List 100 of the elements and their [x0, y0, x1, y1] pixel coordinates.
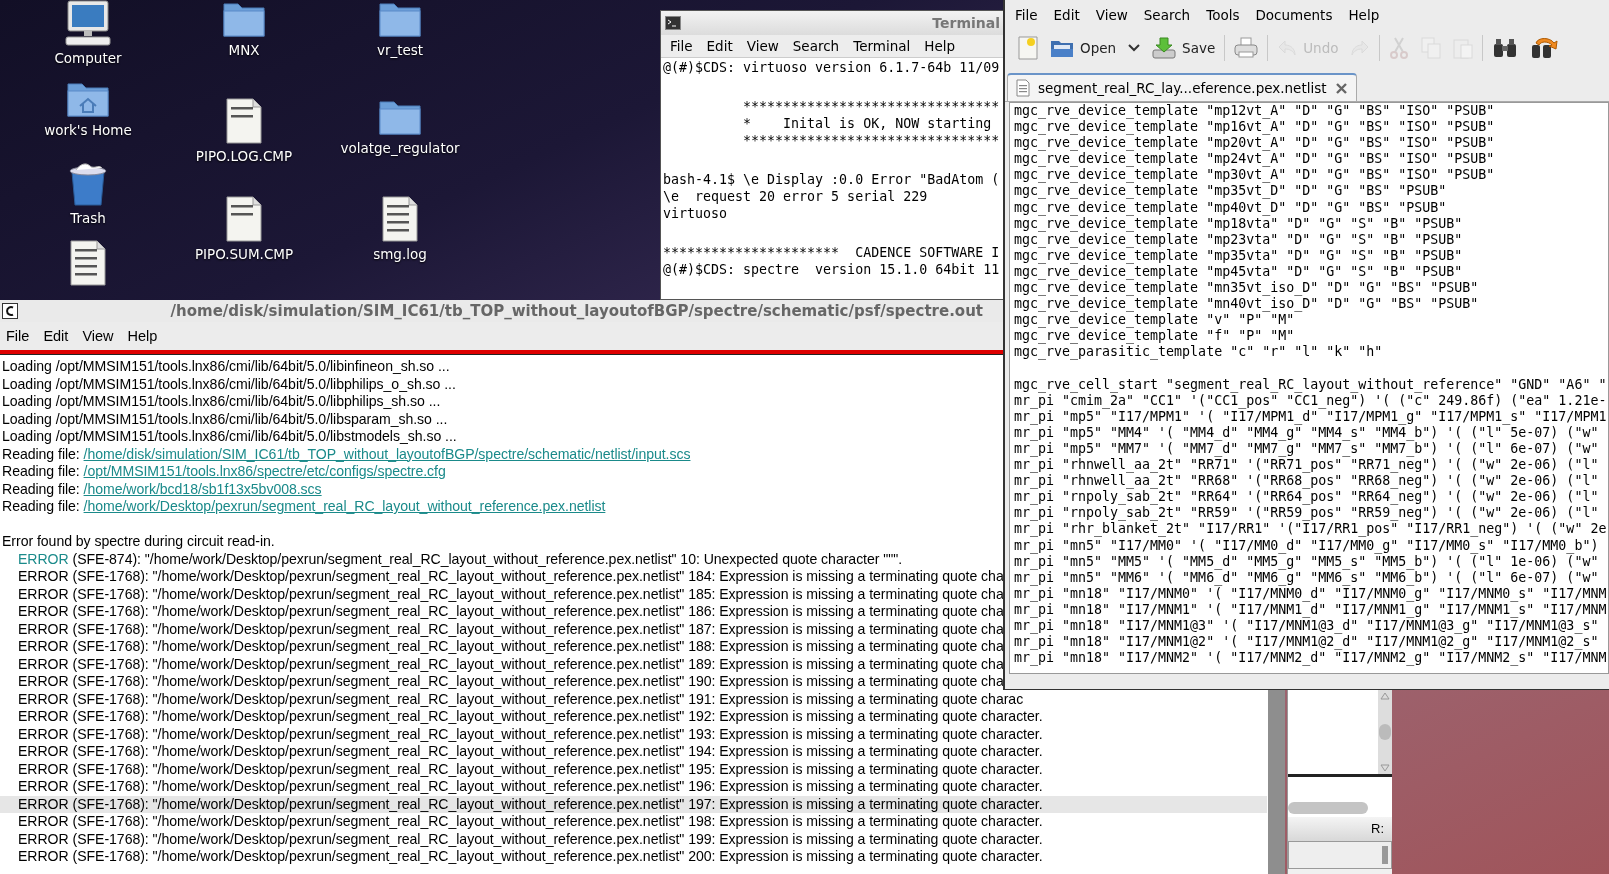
error-line: ERROR (SFE-1768): "/home/work/Desktop/pexrun/segment_real_RC_layout_without_reference.pex.netlist" 195: Expression is missing a terminating quote character.	[17, 760, 1043, 778]
folder-icon[interactable]	[378, 98, 422, 136]
folder-icon[interactable]	[222, 0, 266, 38]
folder-icon[interactable]	[378, 0, 422, 38]
scrollbar[interactable]	[1288, 802, 1368, 814]
tab-label: segment_real_RC_lay...eference.pex.netlist	[1038, 80, 1327, 96]
desktop-icon-label[interactable]: work's Home	[44, 122, 132, 138]
menu-item[interactable]: Tools	[1206, 7, 1240, 23]
menu-item[interactable]: Search	[1143, 7, 1191, 23]
log-line: Loading /opt/MMSIM151/tools.lnx86/cmi/lib/64bit/5.0/libphilips_sh.so ...	[1, 393, 441, 411]
error-line: ERROR (SFE-1768): "/home/work/Desktop/pexrun/segment_real_RC_layout_without_reference.pex.netlist" 191: Expression is missing a terminating quote charac	[17, 690, 1024, 708]
menu-item[interactable]: Edit	[706, 38, 733, 54]
file-link[interactable]: /home/disk/simulation/SIM_IC61/tb_TOP_without_layoutofBGP/spectre/schematic/netlist/input.scs	[83, 445, 691, 462]
code-line: mr_pi "mn18" "I17/MNM1" '( "I17/MNM1_d" "I17/MNM1_g" "I17/MNM1_s" "I17/MNM	[1014, 601, 1607, 618]
document-icon	[1016, 79, 1030, 97]
file-link[interactable]: /opt/MMSIM151/tools.lnx86/spectre/etc/configs/spectre.cfg	[83, 463, 446, 479]
download-icon	[1152, 37, 1177, 59]
code-line: mgc_rve_device_template "mp12vt_A" "D" "G" "BS" "ISO" "PSUB"	[1014, 103, 1495, 120]
code-line: mgc_rve_device_template "mp23vta" "D" "G" "S" "B" "PSUB"	[1014, 231, 1463, 248]
menu-item[interactable]: Terminal	[853, 38, 911, 54]
save-button[interactable]: Save	[1149, 35, 1219, 61]
text-file-icon[interactable]	[382, 196, 418, 242]
menu-item[interactable]: Edit	[43, 328, 69, 344]
code-line: mr_pi "rhnwell_aa_2t" "RR68" '("RR68_pos" "RR68_neg") '( ("w" 2e-06) ("l"	[1014, 473, 1599, 490]
binoculars-icon	[1492, 38, 1519, 58]
menu-item[interactable]: Help	[924, 38, 956, 54]
folder-icon	[1050, 38, 1074, 58]
code-line: mgc_rve_device_template "mp40vt_D" "D" "G" "BS" "PSUB"	[1014, 199, 1447, 216]
text-editor[interactable]	[1009, 102, 1609, 674]
error-link[interactable]: ERROR	[18, 550, 69, 567]
error-line: ERROR (SFE-1768): "/home/work/Desktop/pexrun/segment_real_RC_layout_without_reference.pex.netlist" 185: Expression is missing a terminating quote cha	[17, 585, 1004, 603]
menu-item[interactable]: View	[746, 38, 779, 54]
code-line: mr_pi "mn18" "I17/MNM1@2" '( "I17/MNM1@2_d" "I17/MNM1@2_g" "I17/MNM1@2_s"	[1014, 634, 1599, 651]
code-line: mr_pi "mp5" "MM7" '( "MM7_d" "MM7_g" "MM7_s" "MM7_b") '( ("l" 6e-07) ("w"	[1014, 440, 1599, 458]
menu-item[interactable]: File	[6, 328, 30, 344]
close-icon[interactable]	[1334, 81, 1348, 95]
printer-icon	[1234, 37, 1259, 59]
scrollbar[interactable]	[1378, 690, 1392, 774]
code-line: mgc_rve_device_template "mp45vta" "D" "G" "S" "B" "PSUB"	[1014, 263, 1463, 281]
code-line: mgc_rve_device_template "mp24vt_A" "D" "G" "BS" "ISO" "PSUB"	[1014, 151, 1495, 168]
file-link[interactable]: /home/work/Desktop/pexrun/segment_real_RC_layout_without_reference.pex.netlist	[83, 498, 606, 514]
file-link[interactable]: /home/work/bcd18/sb1f13x5bv008.scs	[83, 480, 322, 497]
code-line: mgc_rve_device_template "mp35vt_D" "D" "G" "BS" "PSUB"	[1014, 183, 1447, 200]
menu-item[interactable]: Edit	[1053, 7, 1080, 23]
desktop-icon-label[interactable]: volatge_regulator	[340, 140, 460, 156]
error-line: ERROR (SFE-1768): "/home/work/Desktop/pexrun/segment_real_RC_layout_without_reference.pex.netlist" 193: Expression is missing a terminating quote character.	[17, 725, 1043, 743]
log-line: Loading /opt/MMSIM151/tools.lnx86/cmi/lib/64bit/5.0/libinfineon_sh.so ...	[1, 358, 450, 376]
error-line: ERROR (SFE-1768): "/home/work/Desktop/pexrun/segment_real_RC_layout_without_reference.pex.netlist" 184: Expression is missing a terminating quote cha	[17, 568, 1004, 586]
menu-item[interactable]: File	[1015, 7, 1038, 23]
code-line: mr_pi "rnpoly_sab_2t" "RR59" '("RR59_pos" "RR59_neg") '( ("w" 2e-06) ("l"	[1014, 505, 1599, 522]
desktop-icon-label[interactable]: PIPO.SUM.CMP	[194, 246, 294, 262]
computer-icon[interactable]	[64, 0, 112, 46]
terminal-line: ********************** CADENCE SOFTWARE I	[663, 244, 1000, 261]
desktop-icon-label[interactable]: PIPO.LOG.CMP	[195, 148, 293, 164]
desktop-icon-label[interactable]: Trash	[70, 210, 106, 226]
home-folder-icon[interactable]	[66, 80, 110, 118]
desktop-icon-label[interactable]: vr_test	[376, 42, 424, 58]
code-line: mr_pi "mn18" "I17/MNM0" '( "I17/MNM0_d" "I17/MNM0_g" "I17/MNM0_s" "I17/MNM	[1014, 585, 1607, 602]
error-line: ERROR (SFE-1768): "/home/work/Desktop/pexrun/segment_real_RC_layout_without_reference.pex.netlist" 186: Expression is missing a terminating quote cha	[17, 603, 1004, 621]
terminal-line: @(#)$CDS: virtuoso version 6.1.7-64b 11/09	[663, 59, 1000, 76]
error-line: ERROR (SFE-1768): "/home/work/Desktop/pexrun/segment_real_RC_layout_without_reference.pex.netlist" 194: Expression is missing a terminating quote character.	[17, 743, 1043, 761]
code-line: mr_pi "cmim_2a" "CC1" '("CC1_pos" "CC1_neg") '( ("c" 249.86f) ("ea" 1.21e-	[1014, 392, 1607, 409]
code-line: mgc_rve_device_template "mn35vt_iso_D" "D" "G" "BS" "PSUB"	[1014, 280, 1479, 297]
desktop-icon-label[interactable]: smg.log	[373, 246, 427, 262]
code-line: mr_pi "rhr_blanket_2t" "I17/RR1" '("I17/RR1_pos" "I17/RR1_neg") '( ("w" 2e	[1014, 521, 1607, 538]
code-line: mr_pi "rhnwell_aa_2t" "RR71" '("RR71_pos" "RR71_neg") '( ("w" 2e-06) ("l"	[1014, 457, 1599, 474]
menu-item[interactable]: Help	[127, 328, 158, 344]
log-line: Reading file: /home/work/Desktop/pexrun/segment_real_RC_layout_without_reference.pex.netlist	[1, 498, 606, 516]
error-line: ERROR (SFE-1768): "/home/work/Desktop/pexrun/segment_real_RC_layout_without_reference.pex.netlist" 189: Expression is missing a terminating quote cha	[17, 655, 1004, 673]
error-line: ERROR (SFE-1768): "/home/work/Desktop/pexrun/segment_real_RC_layout_without_reference.pex.netlist" 187: Expression is missing a terminating quote cha	[17, 620, 1004, 638]
code-line: mr_pi "mn5" "MM5" '( "MM5_d" "MM5_g" "MM5_s" "MM5_b") '( ("l" 1e-06) ("w"	[1014, 553, 1599, 570]
desktop-icon-label[interactable]: Computer	[54, 50, 122, 66]
code-line: mr_pi "mn5" "MM6" '( "MM6_d" "MM6_g" "MM6_s" "MM6_b") '( ("l" 6e-07) ("w"	[1014, 569, 1599, 586]
scroll-thumb[interactable]	[1379, 724, 1391, 740]
app-icon	[2, 303, 18, 319]
error-line: ERROR (SFE-1768): "/home/work/Desktop/pexrun/segment_real_RC_layout_without_reference.pex.netlist" 192: Expression is missing a terminating quote character.	[17, 708, 1043, 726]
code-line: mgc_rve_device_template "f" "P" "M"	[1014, 328, 1295, 345]
desktop-icon-label[interactable]: MNX	[228, 42, 260, 58]
code-line: mr_pi "mp5" "MM4" '( "MM4_d" "MM4_g" "MM4_s" "MM4_b") '( ("l" 5e-07) ("w"	[1014, 424, 1599, 441]
open-button[interactable]: Open	[1047, 36, 1120, 60]
menu-item[interactable]: View	[1095, 7, 1128, 23]
text-file-icon[interactable]	[226, 196, 262, 242]
text-file-icon[interactable]	[70, 240, 106, 286]
menu-item[interactable]: Search	[792, 38, 840, 54]
code-line: mgc_rve_parasitic_template "c" "r" "l" "k" "h"	[1014, 344, 1383, 361]
window-title: Terminal	[932, 15, 1000, 31]
code-line: mgc_rve_device_template "v" "P" "M"	[1014, 312, 1295, 329]
terminal-line: virtuoso	[663, 205, 728, 222]
error-line: ERROR (SFE-1768): "/home/work/Desktop/pexrun/segment_real_RC_layout_without_reference.pex.netlist" 198: Expression is missing a terminating quote character.	[17, 813, 1043, 831]
panel-header: R:	[1288, 817, 1392, 841]
menu-item[interactable]: View	[82, 328, 114, 344]
menu-item[interactable]: Documents	[1255, 7, 1333, 23]
menu-item[interactable]: File	[670, 38, 693, 54]
input-field[interactable]	[1288, 841, 1392, 869]
text-file-icon[interactable]	[226, 98, 262, 144]
code-line: mr_pi "mp5" "I17/MPM1" '( "I17/MPM1_d" "I17/MPM1_g" "I17/MPM1_s" "I17/MPM1	[1014, 408, 1607, 425]
code-line: mgc_rve_cell_start "segment_real_RC_layout_without_reference" "GND" "A6" "	[1014, 376, 1607, 393]
document-tab[interactable]: segment_real_RC_lay...eference.pex.netlist	[1007, 73, 1357, 101]
menu-item[interactable]: Help	[1348, 7, 1380, 23]
caret-icon	[1128, 44, 1141, 52]
